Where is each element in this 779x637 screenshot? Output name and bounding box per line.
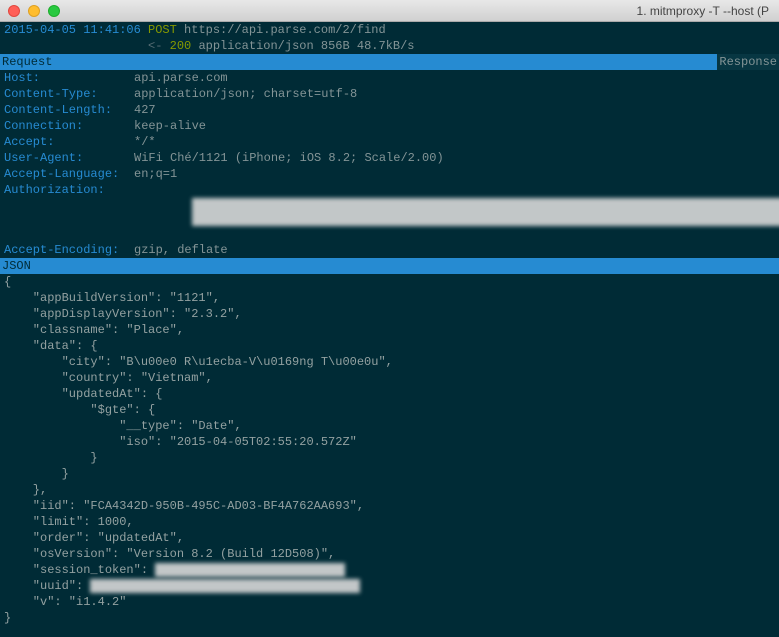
header-authorization: Authorization: <box>4 182 775 242</box>
redacted-uuid <box>90 579 360 593</box>
json-tail: "v": "i1.4.2" } <box>0 594 779 626</box>
redacted-session-token <box>155 563 345 577</box>
json-session-token: "session_token": <box>0 562 779 578</box>
resp-content-type: application/json <box>198 38 313 54</box>
flow-summary-line2: <- 200 application/json 856B 48.7kB/s <box>0 38 779 54</box>
maximize-icon[interactable] <box>48 5 60 17</box>
titlebar: 1. mitmproxy -T --host (P <box>0 0 779 22</box>
header-content-type: Content-Type:application/json; charset=u… <box>4 86 775 102</box>
tabbar: Request Response <box>0 54 779 70</box>
terminal-content: 2015-04-05 11:41:06 POST https://api.par… <box>0 22 779 626</box>
window-title: 1. mitmproxy -T --host (P <box>60 4 771 18</box>
status-code: 200 <box>170 38 192 54</box>
tab-spacer <box>54 54 717 70</box>
header-host: Host:api.parse.com <box>4 70 775 86</box>
traffic-lights <box>8 5 60 17</box>
request-url: https://api.parse.com/2/find <box>184 22 386 38</box>
timestamp: 2015-04-05 11:41:06 <box>4 22 141 38</box>
header-accept-language: Accept-Language:en;q=1 <box>4 166 775 182</box>
http-method: POST <box>148 22 177 38</box>
tab-response[interactable]: Response <box>717 54 779 70</box>
json-uuid: "uuid": <box>0 578 779 594</box>
header-connection: Connection:keep-alive <box>4 118 775 134</box>
close-icon[interactable] <box>8 5 20 17</box>
arrow-icon: <- <box>148 38 162 54</box>
request-headers: Host:api.parse.com Content-Type:applicat… <box>0 70 779 258</box>
json-body: { "appBuildVersion": "1121", "appDisplay… <box>0 274 779 562</box>
minimize-icon[interactable] <box>28 5 40 17</box>
json-section-header: JSON <box>0 258 779 274</box>
header-accept: Accept:*/* <box>4 134 775 150</box>
header-user-agent: User-Agent:WiFi Ché/1121 (iPhone; iOS 8.… <box>4 150 775 166</box>
tab-request[interactable]: Request <box>0 54 54 70</box>
header-accept-encoding: Accept-Encoding:gzip, deflate <box>4 242 775 258</box>
resp-size: 856B <box>321 38 350 54</box>
header-content-length: Content-Length:427 <box>4 102 775 118</box>
resp-rate: 48.7kB/s <box>357 38 415 54</box>
redacted-authorization <box>134 182 779 242</box>
flow-summary-line1: 2015-04-05 11:41:06 POST https://api.par… <box>0 22 779 38</box>
